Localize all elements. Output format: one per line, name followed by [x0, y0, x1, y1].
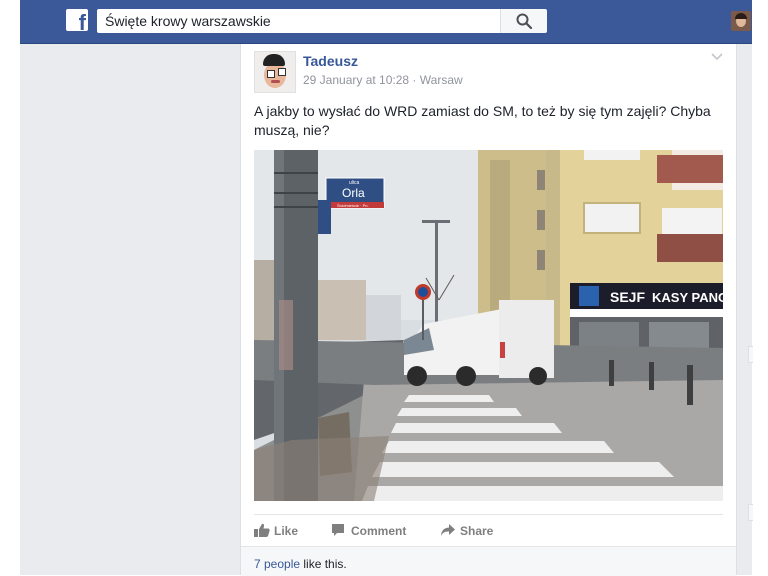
comment-label: Comment [351, 524, 407, 538]
post-card: Tadeusz 29 January at 10:28 · Warsaw A j… [240, 44, 737, 576]
author-avatar[interactable] [254, 51, 296, 93]
side-panel-edge [748, 346, 753, 363]
meta-separator: · [412, 73, 417, 87]
share-icon [441, 524, 455, 536]
street-sign-sub: Śródmieście · Pn. [337, 203, 369, 208]
search-button[interactable] [500, 9, 547, 33]
shop-sign-text: SEJF [610, 289, 645, 305]
comment-button[interactable]: Comment [331, 522, 421, 542]
like-label: Like [274, 524, 299, 538]
likes-count-link[interactable]: 7 people [254, 557, 300, 571]
share-label: Share [460, 524, 494, 538]
street-photo: SEJF KASY PANC ulica Orla Śródmieście · … [254, 150, 723, 501]
share-button[interactable]: Share [440, 522, 510, 542]
street-sign-name: Orla [342, 186, 365, 200]
likes-text: 7 people like this. [254, 557, 347, 571]
search-icon [516, 13, 532, 29]
chevron-down-icon[interactable] [711, 53, 723, 61]
comment-icon [332, 524, 344, 536]
post-text: A jakby to wysłać do WRD zamiast do SM, … [254, 103, 711, 138]
user-avatar[interactable] [731, 11, 751, 31]
author-name[interactable]: Tadeusz [303, 53, 358, 69]
post-photo[interactable]: SEJF KASY PANC ulica Orla Śródmieście · … [254, 150, 723, 501]
likes-suffix: like this. [300, 557, 347, 571]
like-button[interactable]: Like [254, 522, 314, 542]
facebook-logo-icon[interactable]: f [66, 9, 88, 31]
actions-divider [254, 514, 723, 515]
likes-summary: 7 people like this. [241, 546, 736, 576]
post-date[interactable]: 29 January at 10:28 [303, 73, 409, 87]
shop-sign-text: KASY PANC [652, 290, 723, 305]
post-location[interactable]: Warsaw [420, 73, 463, 87]
search-box[interactable] [97, 9, 500, 33]
thumbs-up-icon [254, 523, 270, 537]
post-meta: 29 January at 10:28 · Warsaw [303, 73, 463, 87]
search-input[interactable] [97, 9, 500, 33]
side-panel-edge [748, 504, 753, 521]
